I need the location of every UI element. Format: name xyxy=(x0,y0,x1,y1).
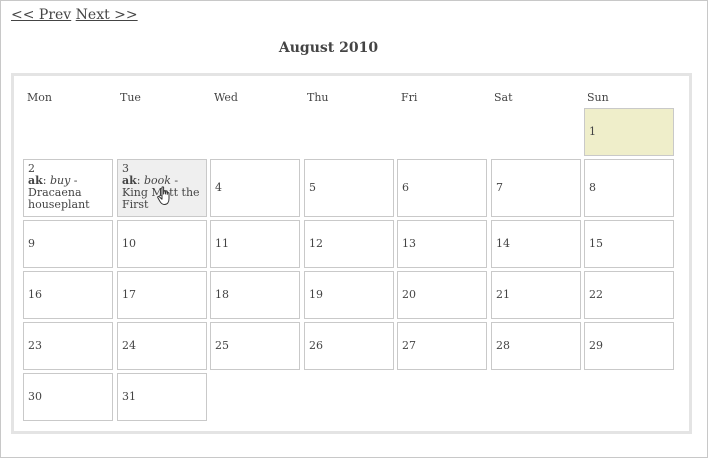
day-number: 27 xyxy=(402,339,416,352)
day-number: 4 xyxy=(215,181,222,194)
day-cell[interactable]: 10 xyxy=(117,220,207,268)
day-number: 21 xyxy=(496,288,510,301)
day-cell[interactable]: 5 xyxy=(304,159,394,217)
day-number: 10 xyxy=(122,237,136,250)
day-number: 25 xyxy=(215,339,229,352)
day-number: 24 xyxy=(122,339,136,352)
day-number: 23 xyxy=(28,339,42,352)
day-cell[interactable]: 26 xyxy=(304,322,394,370)
day-cell[interactable]: 19 xyxy=(304,271,394,319)
month-nav: << Prev Next >> xyxy=(11,7,138,23)
weekday-tue: Tue xyxy=(120,91,141,104)
weekday-mon: Mon xyxy=(27,91,52,104)
day-cell[interactable]: 20 xyxy=(397,271,487,319)
day-cell[interactable]: 12 xyxy=(304,220,394,268)
day-cell[interactable]: 14 xyxy=(491,220,581,268)
day-cell[interactable]: 4 xyxy=(210,159,300,217)
day-number: 5 xyxy=(309,181,316,194)
day-cell[interactable]: 15 xyxy=(584,220,674,268)
day-cell[interactable]: 28 xyxy=(491,322,581,370)
day-number: 7 xyxy=(496,181,503,194)
day-number: 28 xyxy=(496,339,510,352)
hand-pointer-icon xyxy=(157,186,170,205)
day-number: 11 xyxy=(215,237,229,250)
day-cell[interactable]: 21 xyxy=(491,271,581,319)
day-number: 14 xyxy=(496,237,510,250)
next-link[interactable]: Next >> xyxy=(76,7,138,23)
day-number: 29 xyxy=(589,339,603,352)
day-cell[interactable]: 11 xyxy=(210,220,300,268)
day-number: 30 xyxy=(28,390,42,403)
prev-link[interactable]: << Prev xyxy=(11,7,71,23)
day-cell[interactable]: 7 xyxy=(491,159,581,217)
day-number: 8 xyxy=(589,181,596,194)
month-title: August 2010 xyxy=(278,40,379,56)
day-number: 26 xyxy=(309,339,323,352)
day-cell[interactable]: 23 xyxy=(23,322,113,370)
day-number: 16 xyxy=(28,288,42,301)
calendar-grid: Mon Tue Wed Thu Fri Sat Sun 1 2 ak: buy … xyxy=(11,73,692,434)
day-cell-2[interactable]: 2 ak: buy - Dracaena houseplant xyxy=(23,159,113,217)
day-number: 18 xyxy=(215,288,229,301)
day-number: 17 xyxy=(122,288,136,301)
day-cell[interactable]: 29 xyxy=(584,322,674,370)
day-cell-1[interactable]: 1 xyxy=(584,108,674,156)
event-title: Dracaena houseplant xyxy=(28,186,90,211)
weekday-wed: Wed xyxy=(214,91,238,104)
day-number: 19 xyxy=(309,288,323,301)
day-number: 20 xyxy=(402,288,416,301)
event-entry[interactable]: ak: buy - Dracaena houseplant xyxy=(28,174,90,211)
day-cell[interactable]: 6 xyxy=(397,159,487,217)
day-number: 15 xyxy=(589,237,603,250)
day-cell[interactable]: 13 xyxy=(397,220,487,268)
day-number: 9 xyxy=(28,237,35,250)
day-cell[interactable]: 9 xyxy=(23,220,113,268)
day-number: 1 xyxy=(589,125,596,138)
day-number: 22 xyxy=(589,288,603,301)
weekday-fri: Fri xyxy=(401,91,418,104)
day-number: 13 xyxy=(402,237,416,250)
day-cell[interactable]: 31 xyxy=(117,373,207,421)
day-cell[interactable]: 22 xyxy=(584,271,674,319)
day-cell[interactable]: 30 xyxy=(23,373,113,421)
day-number: 12 xyxy=(309,237,323,250)
day-number: 31 xyxy=(122,390,136,403)
day-cell[interactable]: 16 xyxy=(23,271,113,319)
day-cell[interactable]: 24 xyxy=(117,322,207,370)
day-cell[interactable]: 27 xyxy=(397,322,487,370)
day-cell[interactable]: 25 xyxy=(210,322,300,370)
day-cell[interactable]: 8 xyxy=(584,159,674,217)
weekday-thu: Thu xyxy=(307,91,329,104)
weekday-sat: Sat xyxy=(494,91,513,104)
weekday-sun: Sun xyxy=(587,91,609,104)
day-cell[interactable]: 17 xyxy=(117,271,207,319)
day-number: 6 xyxy=(402,181,409,194)
day-cell[interactable]: 18 xyxy=(210,271,300,319)
